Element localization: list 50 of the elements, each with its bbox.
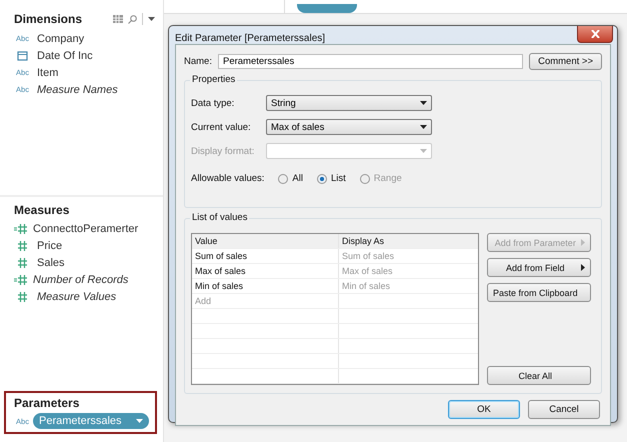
field-item[interactable]: Number of Records — [14, 272, 155, 288]
dialog-button[interactable]: Cancel — [528, 400, 600, 419]
section-title: Dimensions — [14, 12, 82, 26]
shelf-pill[interactable] — [297, 4, 357, 13]
field-item[interactable]: Price — [14, 238, 155, 254]
field-label: Current value: — [191, 122, 252, 132]
field-item[interactable]: ConnecttoPeramerter — [14, 220, 155, 238]
field-label: Name: — [184, 56, 212, 67]
field-label: Display format: — [191, 146, 256, 156]
field-label: Data type: — [191, 98, 236, 108]
field-item[interactable]: Sales — [14, 254, 155, 272]
radio-option[interactable]: List — [316, 173, 346, 184]
column-header: Display As — [339, 234, 478, 248]
comment-button[interactable]: Comment >> — [529, 53, 602, 70]
table-cell[interactable]: Max of sales — [192, 264, 339, 278]
dropdown-arrow-icon — [420, 125, 427, 129]
submenu-arrow-icon — [581, 264, 585, 271]
calculated-number-icon — [14, 275, 27, 285]
dialog-title: Edit Parameter [Perameterssales] — [175, 33, 326, 44]
number-icon — [18, 292, 27, 302]
close-button[interactable] — [577, 26, 613, 43]
column-header: Value — [192, 234, 339, 248]
dropdown[interactable]: String — [266, 95, 432, 111]
section-title: Parameters — [14, 396, 80, 410]
dropdown[interactable]: Max of sales — [266, 119, 432, 135]
submenu-arrow-icon — [581, 239, 585, 246]
name-input[interactable]: Perameterssales — [218, 54, 524, 69]
dialog-button[interactable]: OK — [448, 400, 520, 419]
list-button[interactable]: Paste from Clipboard — [486, 283, 591, 302]
radio-option[interactable]: All — [278, 173, 303, 184]
table-cell[interactable]: Min of sales — [192, 279, 339, 293]
search-icon[interactable] — [128, 14, 137, 24]
field-label: Allowable values: — [191, 173, 264, 184]
field-item[interactable]: Measure Values — [14, 288, 155, 306]
group-title: Properties — [190, 74, 238, 85]
clear-all-button[interactable]: Clear All — [486, 366, 591, 385]
grid-view-icon[interactable] — [113, 15, 123, 23]
close-icon — [590, 30, 600, 38]
dropdown-arrow-icon — [420, 149, 427, 153]
section-title: Measures — [14, 202, 70, 216]
dropdown-arrow-icon[interactable] — [136, 419, 143, 423]
dropdown-arrow-icon — [420, 101, 427, 105]
table-cell[interactable]: Sum of sales — [192, 249, 339, 263]
number-icon — [18, 241, 27, 251]
calculated-number-icon — [14, 224, 27, 234]
group-title: List of values — [190, 212, 250, 223]
list-button[interactable]: Add from Field — [486, 258, 591, 277]
field-item[interactable]: Date Of Inc — [14, 47, 155, 64]
number-icon — [18, 258, 27, 268]
dropdown-arrow-icon[interactable] — [148, 17, 155, 21]
